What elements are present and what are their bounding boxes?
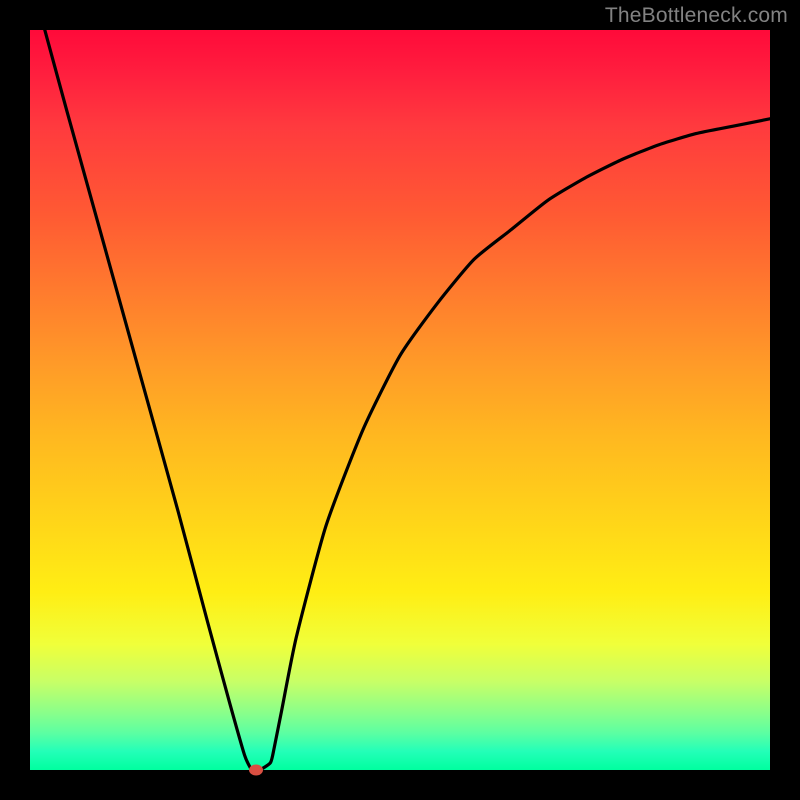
curve-svg (30, 30, 770, 770)
optimum-marker (249, 765, 263, 776)
bottleneck-curve (45, 30, 770, 770)
chart-frame: TheBottleneck.com (0, 0, 800, 800)
watermark-text: TheBottleneck.com (605, 4, 788, 28)
plot-area (30, 30, 770, 770)
